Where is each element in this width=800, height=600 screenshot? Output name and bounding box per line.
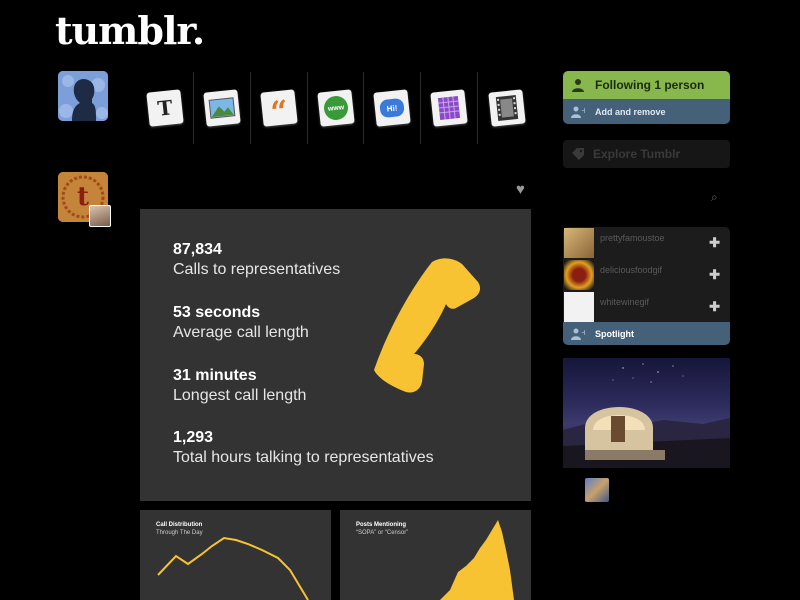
search-icon[interactable]: ⌕ bbox=[711, 190, 718, 205]
blog-thumbnail bbox=[564, 228, 594, 258]
stat-hours: 1,293 Total hours talking to representat… bbox=[173, 429, 434, 467]
stat-value: 87,834 bbox=[173, 241, 222, 258]
quote-post-icon: “ bbox=[268, 94, 290, 131]
link-post-glyph: www bbox=[327, 103, 344, 113]
svg-text:+: + bbox=[581, 106, 585, 115]
svg-text:+: + bbox=[581, 328, 585, 337]
follow-plus-icon[interactable]: ✚ bbox=[709, 267, 720, 283]
post-chat-button[interactable]: Hi! bbox=[364, 72, 422, 144]
explore-tumblr-button[interactable]: Explore Tumblr bbox=[563, 140, 730, 168]
chat-post-glyph: Hi! bbox=[386, 102, 399, 114]
post-audio-button[interactable] bbox=[421, 72, 479, 144]
recommended-blogs: prettyfamoustoe ✚ deliciousfoodgif ✚ whi… bbox=[563, 227, 730, 322]
stat-value: 31 minutes bbox=[173, 367, 257, 384]
observatory-image bbox=[563, 363, 730, 468]
person-icon bbox=[572, 79, 584, 92]
stat-label: Longest call length bbox=[173, 387, 307, 404]
add-remove-label: Add and remove bbox=[595, 106, 666, 117]
tumblr-logo[interactable]: tumblr. bbox=[55, 8, 205, 53]
svg-text:t: t bbox=[77, 182, 89, 212]
stat-average: 53 seconds Average call length bbox=[173, 304, 309, 342]
stat-value: 1,293 bbox=[173, 429, 214, 446]
post-link-button[interactable]: www bbox=[308, 72, 365, 144]
post-video-button[interactable] bbox=[478, 72, 535, 144]
small-thumbnail[interactable] bbox=[585, 478, 609, 502]
stat-label: Calls to representatives bbox=[173, 261, 341, 278]
observatory-photo[interactable] bbox=[563, 358, 730, 468]
people-icon: + bbox=[571, 328, 585, 340]
recommended-blog-item[interactable]: prettyfamoustoe ✚ bbox=[563, 227, 730, 258]
text-post-icon: T bbox=[156, 95, 174, 121]
posts-mentioning-chart: Posts Mentioning “SOPA” or “Censor” bbox=[340, 510, 531, 600]
call-distribution-line bbox=[157, 536, 309, 600]
infographic-post: 87,834 Calls to representatives 53 secon… bbox=[140, 209, 531, 501]
user-avatar[interactable] bbox=[58, 71, 108, 121]
following-button[interactable]: Following 1 person bbox=[563, 71, 730, 99]
blog-name: whitewinegif bbox=[600, 297, 650, 307]
chat-post-icon: Hi! bbox=[379, 97, 406, 119]
following-label: Following 1 person bbox=[595, 78, 705, 92]
explore-label: Explore Tumblr bbox=[593, 147, 681, 161]
audio-post-icon bbox=[438, 96, 461, 120]
posts-mentioning-area bbox=[440, 520, 514, 600]
post-type-bar: T “ www Hi! bbox=[137, 72, 535, 144]
photo-post-icon bbox=[208, 97, 236, 119]
silhouette-icon bbox=[58, 71, 108, 121]
link-post-icon: www bbox=[322, 94, 349, 122]
people-icon: + bbox=[571, 106, 585, 118]
post-text-button[interactable]: T bbox=[137, 72, 194, 144]
spotlight-button[interactable]: + Spotlight bbox=[563, 322, 730, 345]
stat-calls: 87,834 Calls to representatives bbox=[173, 241, 340, 279]
blog-name: prettyfamoustoe bbox=[600, 233, 665, 243]
stat-value: 53 seconds bbox=[173, 304, 261, 321]
phone-icon bbox=[374, 258, 481, 393]
call-distribution-chart: Call Distribution Through The Day bbox=[140, 510, 331, 600]
stat-label: Average call length bbox=[173, 324, 309, 341]
secondary-avatar[interactable] bbox=[89, 205, 111, 227]
stat-label: Total hours talking to representatives bbox=[173, 449, 434, 466]
add-remove-button[interactable]: + Add and remove bbox=[563, 99, 730, 124]
spotlight-label: Spotlight bbox=[595, 328, 634, 339]
blog-name: deliciousfoodgif bbox=[600, 265, 663, 275]
follow-plus-icon[interactable]: ✚ bbox=[709, 235, 720, 251]
post-photo-button[interactable] bbox=[194, 72, 251, 144]
recommended-blog-item[interactable]: whitewinegif ✚ bbox=[563, 291, 730, 322]
post-quote-button[interactable]: “ bbox=[251, 72, 308, 144]
video-post-icon bbox=[495, 95, 518, 121]
recommended-blog-item[interactable]: deliciousfoodgif ✚ bbox=[563, 259, 730, 290]
follow-plus-icon[interactable]: ✚ bbox=[709, 299, 720, 315]
tag-icon bbox=[572, 148, 584, 160]
blog-thumbnail bbox=[564, 260, 594, 290]
stat-longest: 31 minutes Longest call length bbox=[173, 367, 306, 405]
blog-thumbnail bbox=[564, 292, 594, 322]
heart-icon[interactable]: ♥ bbox=[516, 181, 525, 198]
